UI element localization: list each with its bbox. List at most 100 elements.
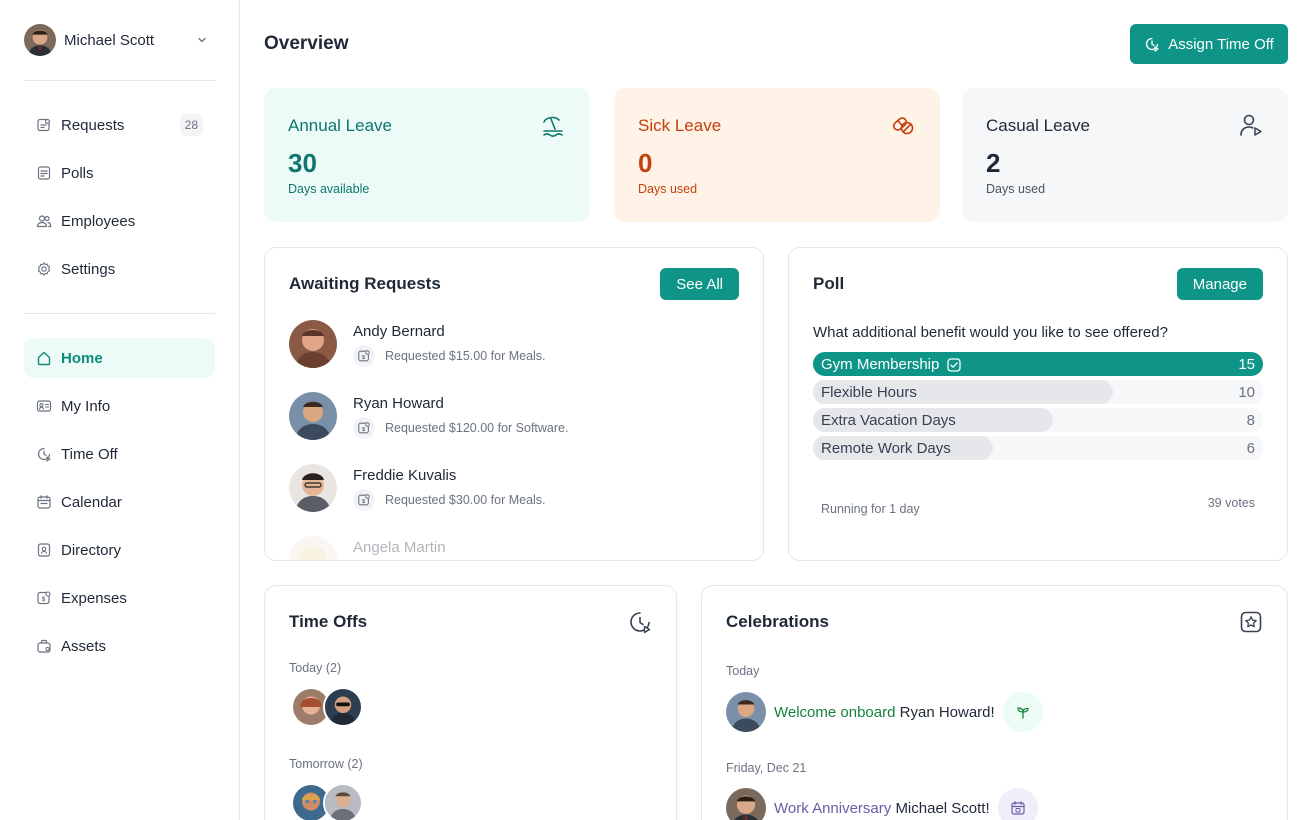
awaiting-requests-panel: Awaiting Requests See All Andy Bernard $… bbox=[264, 247, 764, 561]
nav-polls[interactable]: Polls bbox=[24, 153, 215, 193]
nav-label: Calendar bbox=[61, 493, 122, 511]
request-item[interactable]: Ryan Howard $ Requested $120.00 for Softw… bbox=[289, 392, 739, 464]
stat-subtitle: Days used bbox=[638, 182, 698, 196]
chevron-down-icon bbox=[198, 37, 206, 43]
annual-leave-card[interactable]: Annual Leave 30 Days available bbox=[264, 88, 590, 222]
poll-option-label: Gym Membership bbox=[821, 356, 940, 373]
sick-leave-card[interactable]: Sick Leave 0 Days used bbox=[614, 88, 940, 222]
celebration-type: Welcome onboard bbox=[774, 703, 896, 721]
time-off-group-label: Today (2) bbox=[289, 661, 342, 675]
sidebar: Michael Scott Requests 28 Polls Employee… bbox=[0, 0, 240, 820]
user-avatar bbox=[24, 24, 56, 56]
sprout-icon bbox=[1017, 707, 1029, 719]
star-badge-icon[interactable] bbox=[1239, 610, 1263, 634]
time-off-group-label: Tomorrow (2) bbox=[289, 757, 363, 771]
poll-option[interactable]: Gym Membership 15 bbox=[813, 352, 1263, 376]
nav-label: Settings bbox=[61, 260, 116, 278]
request-item[interactable]: Andy Bernard $ Requested $15.00 for Meals… bbox=[289, 320, 739, 392]
avatar bbox=[289, 320, 337, 368]
time-off-icon[interactable] bbox=[628, 610, 652, 634]
calendar-gift-icon bbox=[1011, 801, 1025, 815]
request-description: Requested $120.00 for Software. bbox=[385, 421, 569, 435]
celebration-item[interactable]: Work Anniversary Michael Scott! bbox=[726, 788, 1038, 820]
requester-name: Angela Martin bbox=[353, 539, 446, 556]
nav-label: Expenses bbox=[61, 589, 127, 607]
nav-label: Employees bbox=[61, 212, 136, 230]
svg-text:$: $ bbox=[362, 355, 366, 361]
request-list: Andy Bernard $ Requested $15.00 for Meals… bbox=[289, 320, 739, 561]
settings-icon bbox=[37, 262, 51, 276]
user-menu[interactable]: Michael Scott bbox=[24, 24, 214, 56]
request-item[interactable]: Freddie Kuvalis $ Requested $30.00 for Me… bbox=[289, 464, 739, 536]
svg-text:$: $ bbox=[362, 499, 366, 505]
nav-expenses[interactable]: $ Expenses bbox=[24, 578, 215, 618]
admin-nav: Requests 28 Polls Employees Settings bbox=[24, 105, 215, 297]
home-icon bbox=[37, 351, 51, 366]
expenses-icon: $ bbox=[37, 591, 51, 605]
user-play-icon bbox=[1240, 114, 1262, 136]
nav-time-off[interactable]: Time Off bbox=[24, 434, 215, 474]
stat-title: Annual Leave bbox=[288, 116, 392, 135]
nav-my-info[interactable]: My Info bbox=[24, 386, 215, 426]
poll-option-label: Remote Work Days bbox=[821, 440, 951, 457]
nav-label: Directory bbox=[61, 541, 122, 559]
directory-icon bbox=[37, 543, 51, 557]
stat-value: 0 bbox=[638, 148, 653, 178]
panel-title: Time Offs bbox=[289, 612, 368, 631]
assets-icon bbox=[37, 639, 51, 653]
nav-requests[interactable]: Requests 28 bbox=[24, 105, 215, 145]
poll-option[interactable]: Flexible Hours 10 bbox=[813, 380, 1263, 404]
manage-poll-button[interactable]: Manage bbox=[1176, 268, 1263, 300]
nav-assets[interactable]: Assets bbox=[24, 626, 215, 666]
avatar bbox=[289, 464, 337, 512]
poll-option[interactable]: Extra Vacation Days 8 bbox=[813, 408, 1263, 432]
nav-calendar[interactable]: Calendar bbox=[24, 482, 215, 522]
poll-options: Gym Membership 15 Flexible Hours 10 Extr… bbox=[813, 352, 1263, 464]
expense-icon: $ bbox=[358, 494, 370, 506]
nav-employees[interactable]: Employees bbox=[24, 201, 215, 241]
stat-title: Casual Leave bbox=[986, 116, 1090, 135]
avatar bbox=[726, 692, 766, 732]
avatar bbox=[289, 392, 337, 440]
nav-directory[interactable]: Directory bbox=[24, 530, 215, 570]
stat-subtitle: Days used bbox=[986, 182, 1046, 196]
nav-settings[interactable]: Settings bbox=[24, 249, 215, 289]
poll-option[interactable]: Remote Work Days 6 bbox=[813, 436, 1263, 460]
time-off-icon bbox=[1146, 37, 1159, 52]
poll-option-count: 8 bbox=[1246, 412, 1255, 429]
assign-time-off-label: Assign Time Off bbox=[1168, 35, 1274, 53]
poll-option-count: 15 bbox=[1238, 356, 1255, 373]
nav-label: Assets bbox=[61, 637, 107, 655]
requester-name: Andy Bernard bbox=[353, 323, 445, 340]
panel-title: Awaiting Requests bbox=[289, 274, 441, 293]
avatar-stack bbox=[291, 687, 363, 727]
celebration-type: Work Anniversary bbox=[774, 799, 892, 817]
avatar[interactable] bbox=[323, 783, 363, 820]
svg-text:$: $ bbox=[42, 596, 46, 603]
panel-title: Poll bbox=[813, 274, 845, 293]
time-off-icon bbox=[37, 447, 51, 462]
avatar-stack bbox=[291, 783, 363, 820]
requests-icon bbox=[37, 118, 51, 132]
celebrations-panel: Celebrations Today Welcome onboard Ryan … bbox=[701, 585, 1288, 820]
avatar bbox=[726, 788, 766, 820]
poll-panel: Poll Manage What additional benefit woul… bbox=[788, 247, 1288, 561]
page-title: Overview bbox=[264, 33, 349, 54]
casual-leave-card[interactable]: Casual Leave 2 Days used bbox=[962, 88, 1288, 222]
requester-name: Ryan Howard bbox=[353, 395, 444, 412]
user-name: Michael Scott bbox=[64, 31, 155, 49]
request-item[interactable]: Angela Martin bbox=[289, 536, 739, 561]
stat-title: Sick Leave bbox=[638, 116, 722, 135]
nav-home[interactable]: Home bbox=[24, 338, 215, 378]
celebration-item[interactable]: Welcome onboard Ryan Howard! bbox=[726, 692, 1043, 732]
main-nav: Home My Info Time Off Calendar Directory… bbox=[24, 338, 215, 674]
poll-running-text: Running for 1 day bbox=[821, 502, 920, 516]
request-description: Requested $15.00 for Meals. bbox=[385, 349, 546, 363]
assign-time-off-button[interactable]: Assign Time Off bbox=[1130, 24, 1288, 64]
poll-option-label: Extra Vacation Days bbox=[821, 412, 956, 429]
stat-subtitle: Days available bbox=[288, 182, 370, 196]
see-all-button[interactable]: See All bbox=[660, 268, 739, 300]
avatar[interactable] bbox=[323, 687, 363, 727]
poll-option-label: Flexible Hours bbox=[821, 384, 917, 401]
poll-option-count: 6 bbox=[1246, 440, 1255, 457]
